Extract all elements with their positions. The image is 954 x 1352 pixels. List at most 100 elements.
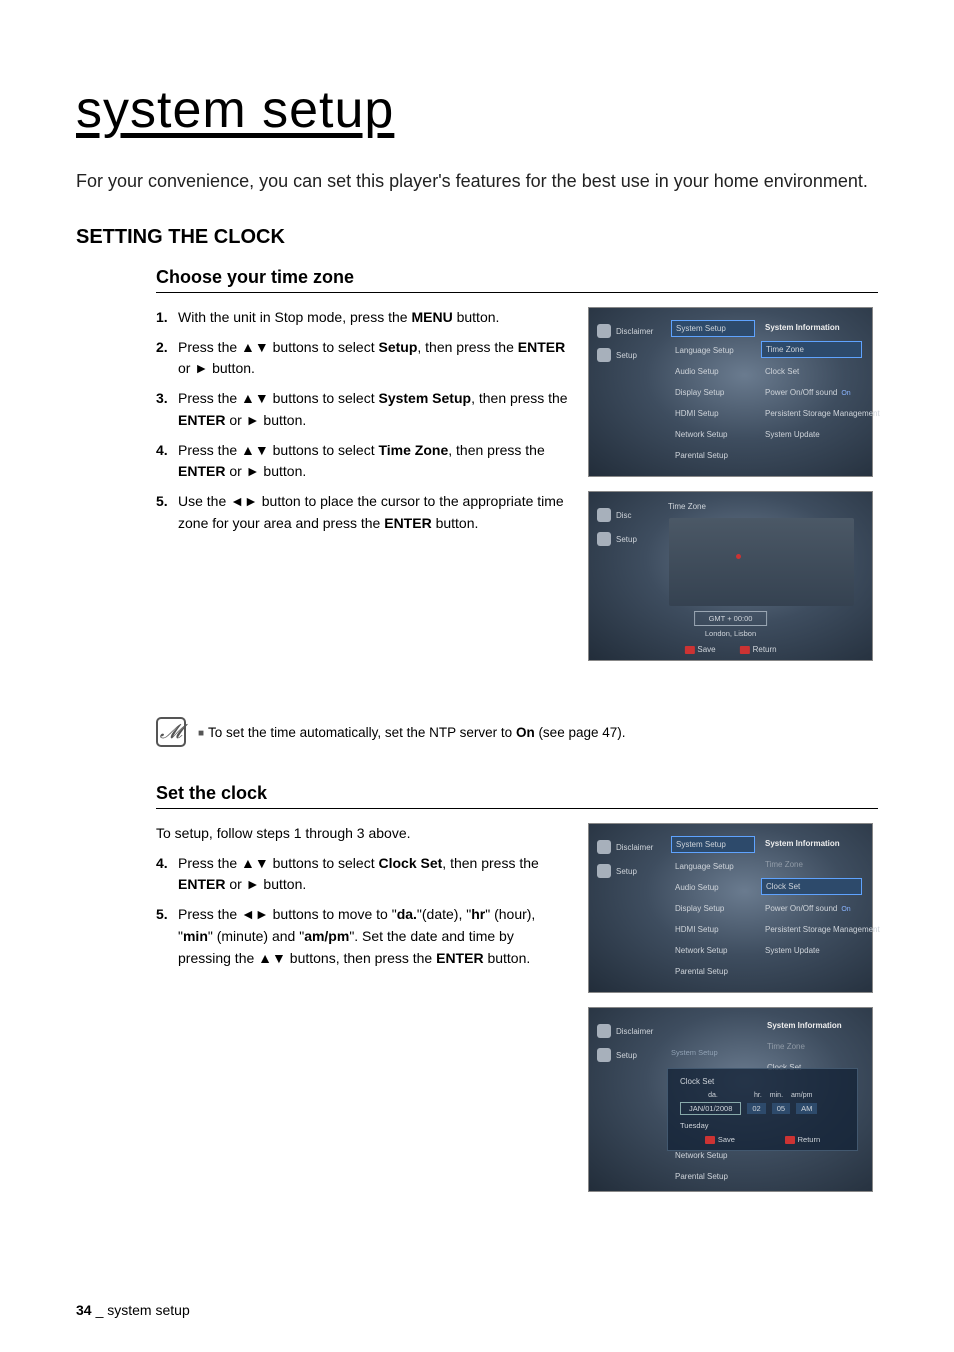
sidebar-item-label: Disclaimer [616, 843, 653, 852]
setclock-steps: 4. Press the ▲▼ buttons to select Clock … [156, 853, 568, 969]
step-number: 4. [156, 440, 168, 462]
intro-text: For your convenience, you can set this p… [76, 168, 878, 194]
submenu-item: Clock Set [761, 878, 862, 895]
menu-item: Network Setup [671, 943, 755, 958]
menu-item: Language Setup [671, 859, 755, 874]
menu-item: System Setup [671, 320, 755, 337]
updown-arrows-icon: ▲▼ [241, 339, 269, 355]
page-number: 34 [76, 1302, 92, 1318]
setup-icon [597, 532, 611, 546]
red-button-icon [740, 646, 750, 654]
sidebar-item-label: Disclaimer [616, 327, 653, 336]
step: 4. Press the ▲▼ buttons to select Clock … [156, 853, 568, 896]
field-label: da. [680, 1092, 746, 1099]
submenu-item: Persistent Storage Management [761, 406, 862, 421]
play-icon: ► [246, 463, 260, 479]
updown-arrows-icon: ▲▼ [241, 390, 269, 406]
disclaimer-icon [597, 508, 611, 522]
disclaimer-icon [597, 840, 611, 854]
step: 5. Press the ◄► buttons to move to "da."… [156, 904, 568, 969]
note-icon: 𝓜 [156, 717, 186, 747]
step: 2. Press the ▲▼ buttons to select Setup,… [156, 337, 568, 380]
minute-field: 05 [772, 1103, 790, 1114]
submenu-item: System Update [761, 943, 862, 958]
return-button: Return [785, 1135, 821, 1144]
disclaimer-icon [597, 1024, 611, 1038]
osd-screenshot-timezone-map: Disc Setup Time Zone GMT + 00:00 London,… [588, 491, 873, 661]
footer-label: _ system setup [96, 1302, 190, 1318]
menu-item: Parental Setup [671, 448, 755, 463]
return-button: Return [740, 645, 777, 654]
date-field: JAN/01/2008 [680, 1102, 741, 1115]
submenu-header: System Information [763, 1018, 862, 1033]
leftright-arrows-icon: ◄► [230, 493, 258, 509]
world-map [669, 518, 854, 606]
red-button-icon [785, 1136, 795, 1144]
submenu-item: Time Zone [761, 857, 862, 872]
red-button-icon [684, 646, 694, 654]
menu-item: Audio Setup [671, 364, 755, 379]
step: 4. Press the ▲▼ buttons to select Time Z… [156, 440, 568, 483]
submenu-item: Time Zone [761, 341, 862, 358]
panel-title: Clock Set [680, 1077, 845, 1086]
disclaimer-icon [597, 324, 611, 338]
field-label: hr. [754, 1092, 762, 1099]
step-number: 2. [156, 337, 168, 359]
setup-icon [597, 1048, 611, 1062]
weekday-label: Tuesday [680, 1121, 845, 1130]
step-number: 3. [156, 388, 168, 410]
updown-arrows-icon: ▲▼ [241, 855, 269, 871]
osd-screenshot-clockset-dialog: Disclaimer Setup System Information Time… [588, 1007, 873, 1192]
panel-title: Time Zone [668, 502, 706, 511]
step: 3. Press the ▲▼ buttons to select System… [156, 388, 568, 431]
sidebar-item-label: Setup [616, 1051, 637, 1060]
gmt-offset: GMT + 00:00 [694, 611, 768, 626]
sidebar-item-label: Disclaimer [616, 1027, 653, 1036]
hour-field: 02 [747, 1103, 765, 1114]
step-number: 1. [156, 307, 168, 329]
sidebar-item-label: Disc [616, 511, 632, 520]
save-button: Save [684, 645, 715, 654]
menu-item: Display Setup [671, 385, 755, 400]
step-number: 5. [156, 904, 168, 926]
setup-icon [597, 864, 611, 878]
setup-icon [597, 348, 611, 362]
note-text: ■To set the time automatically, set the … [198, 725, 626, 740]
field-label: min. [770, 1092, 783, 1099]
save-button: Save [705, 1135, 735, 1144]
menu-item: System Setup [671, 1048, 718, 1057]
sidebar-item-label: Setup [616, 867, 637, 876]
timezone-steps: 1. With the unit in Stop mode, press the… [156, 307, 568, 534]
field-label: am/pm [791, 1092, 812, 1099]
step: 5. Use the ◄► button to place the cursor… [156, 491, 568, 534]
menu-item: Network Setup [671, 1148, 755, 1163]
submenu-item: Persistent Storage Management [761, 922, 862, 937]
menu-item: System Setup [671, 836, 755, 853]
menu-item: Network Setup [671, 427, 755, 442]
sidebar-item-label: Setup [616, 535, 637, 544]
timezone-heading: Choose your time zone [156, 267, 878, 293]
submenu-item: Time Zone [763, 1039, 862, 1054]
submenu-item: Power On/Off soundOn [761, 385, 862, 400]
menu-item: HDMI Setup [671, 406, 755, 421]
leftright-arrows-icon: ◄► [241, 906, 269, 922]
submenu-item: System Update [761, 427, 862, 442]
setclock-heading: Set the clock [156, 783, 878, 809]
play-icon: ► [246, 412, 260, 428]
menu-item: HDMI Setup [671, 922, 755, 937]
page-footer: 34_ system setup [76, 1302, 190, 1318]
step-number: 4. [156, 853, 168, 875]
menu-item: Parental Setup [671, 1169, 755, 1184]
play-icon: ► [194, 360, 208, 376]
submenu-item: Power On/Off soundOn [761, 901, 862, 916]
red-button-icon [705, 1136, 715, 1144]
city-label: London, Lisbon [705, 629, 756, 638]
menu-item: Audio Setup [671, 880, 755, 895]
section-heading: SETTING THE CLOCK [76, 226, 878, 249]
menu-item: Language Setup [671, 343, 755, 358]
updown-arrows-icon: ▲▼ [241, 442, 269, 458]
updown-arrows-icon: ▲▼ [258, 950, 286, 966]
step-number: 5. [156, 491, 168, 513]
submenu-header: System Information [761, 320, 862, 335]
menu-item: Display Setup [671, 901, 755, 916]
